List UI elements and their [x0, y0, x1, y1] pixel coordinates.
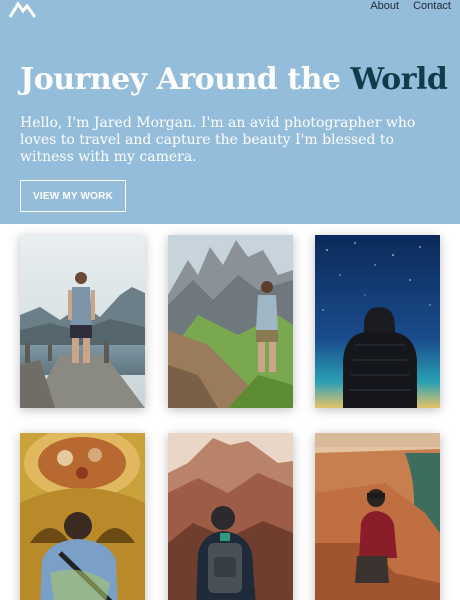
- hero-title-main: Journey Around the: [20, 62, 351, 97]
- gallery-photo-night[interactable]: [315, 235, 440, 408]
- photo-cliff-image: [315, 433, 440, 600]
- top-nav: About Contact: [370, 0, 451, 14]
- hero-section: About Contact Journey Around the World H…: [0, 0, 460, 224]
- gallery-photo-cliff[interactable]: [315, 433, 440, 600]
- hero-title-accent: World: [350, 62, 448, 97]
- photo-night-image: [315, 235, 440, 408]
- photo-pier-image: [20, 235, 145, 408]
- photo-gallery: [0, 224, 460, 600]
- hero-title: Journey Around the World: [20, 60, 450, 100]
- photo-ceiling-image: [20, 433, 145, 600]
- photo-canyon-image: [168, 433, 293, 600]
- mountain-logo-icon[interactable]: [9, 0, 36, 18]
- gallery-photo-ceiling[interactable]: [20, 433, 145, 600]
- photo-ridge-image: [168, 235, 293, 408]
- view-my-work-button[interactable]: VIEW MY WORK: [20, 180, 126, 212]
- hero-subtitle: Hello, I'm Jared Morgan. I'm an avid pho…: [20, 115, 416, 165]
- nav-about-link[interactable]: About: [370, 0, 399, 14]
- gallery-photo-ridge[interactable]: [168, 235, 293, 408]
- gallery-photo-canyon[interactable]: [168, 433, 293, 600]
- nav-contact-link[interactable]: Contact: [413, 0, 451, 14]
- gallery-photo-pier[interactable]: [20, 235, 145, 408]
